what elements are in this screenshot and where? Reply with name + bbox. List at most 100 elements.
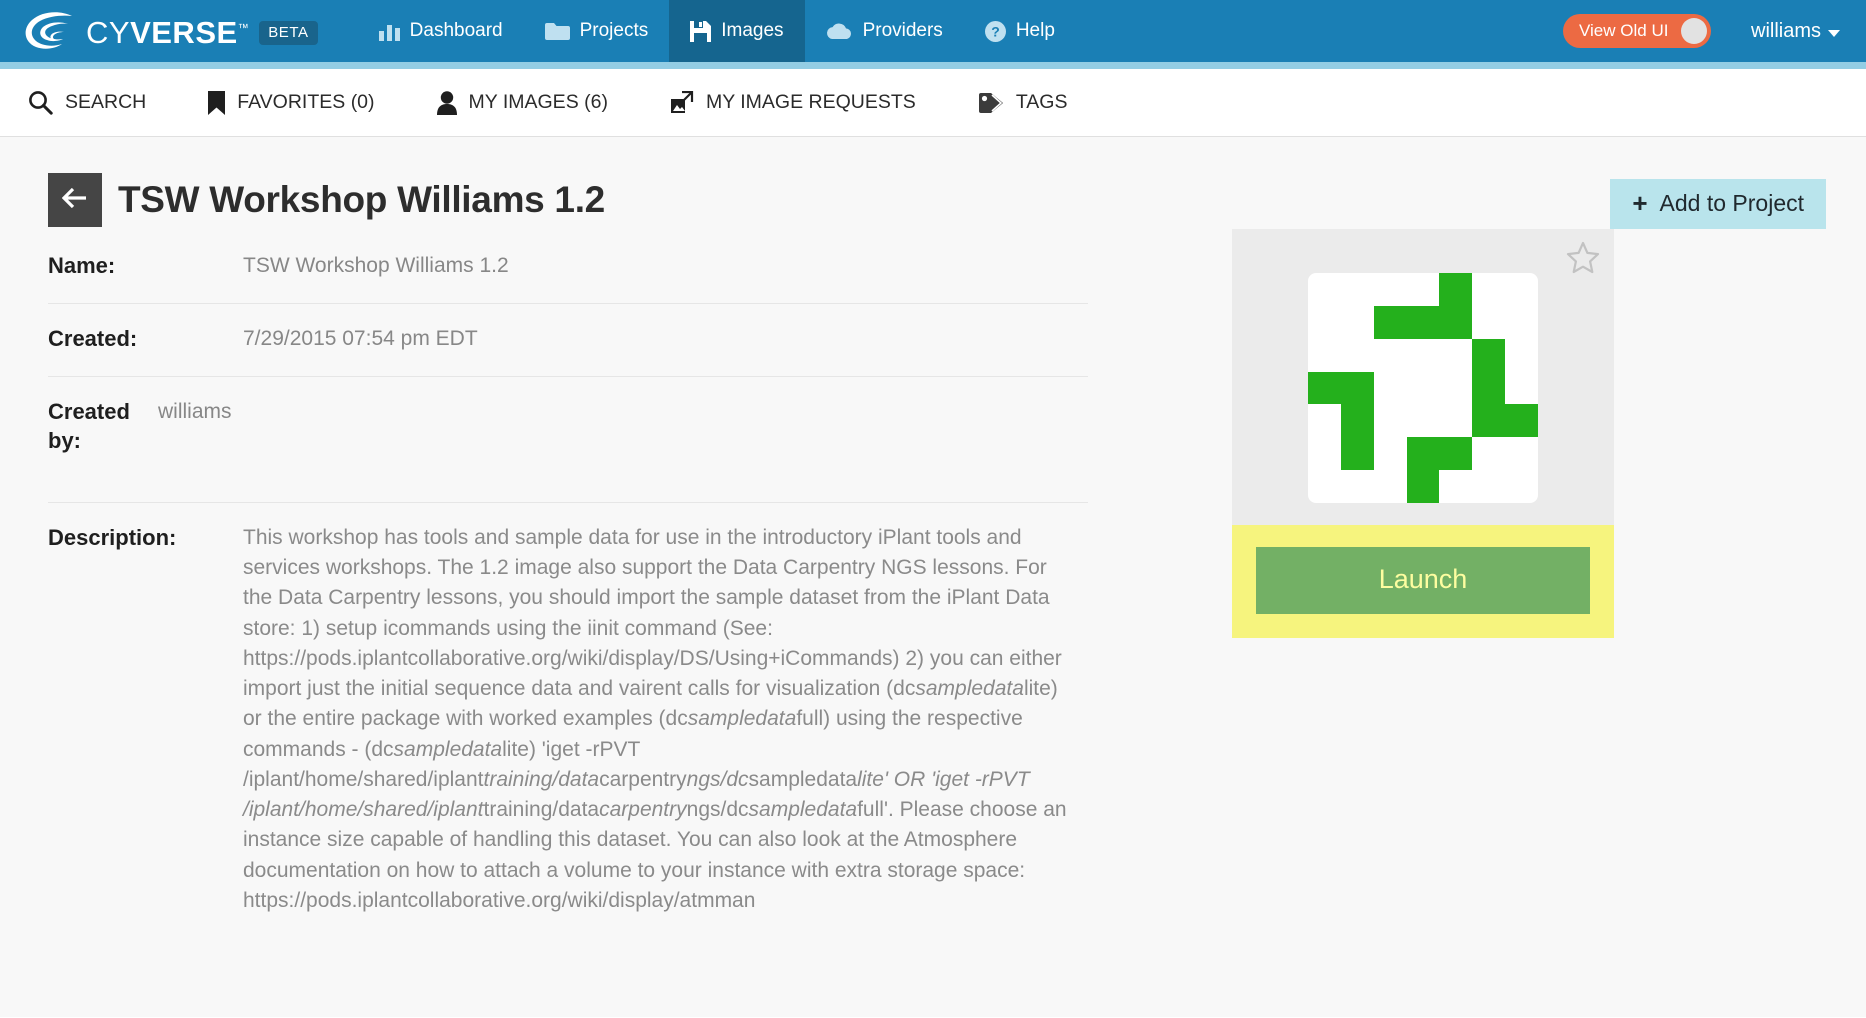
brand-logo[interactable]: CYVERSE™ BETA [0, 0, 332, 62]
identicon-cell [1308, 339, 1341, 372]
floppy-disk-icon [690, 20, 712, 42]
identicon-cell [1472, 306, 1505, 339]
identicon-cell [1505, 437, 1538, 470]
view-old-ui-toggle[interactable]: View Old UI [1563, 14, 1711, 48]
detail-label-name: Name: [48, 253, 116, 278]
identicon-cell [1505, 470, 1538, 503]
detail-label-created-by: Created by: [48, 398, 130, 454]
detail-value-created: 7/29/2015 07:54 pm EDT [243, 326, 478, 350]
identicon-cell [1341, 339, 1374, 372]
identicon-cell [1340, 371, 1374, 405]
identicon-cell [1407, 273, 1440, 306]
folder-icon [544, 22, 570, 41]
identicon-cell [1406, 437, 1440, 471]
identicon-cell [1308, 404, 1341, 437]
navbar-divider [0, 62, 1866, 69]
launch-band: Launch [1232, 525, 1614, 638]
identicon-cell [1505, 339, 1538, 372]
sidebar-item-search[interactable]: SEARCH [28, 90, 146, 115]
identicon-cell [1439, 437, 1473, 471]
detail-value-created-by: williams [158, 399, 232, 423]
search-icon [28, 90, 53, 115]
identicon-cell [1505, 306, 1538, 339]
detail-label-created: Created: [48, 325, 138, 351]
brand-word-bold: VERSE [130, 14, 238, 50]
identicon-cell [1505, 404, 1538, 438]
detail-row-name: Name: TSW Workshop Williams 1.2 [48, 245, 1088, 303]
identicon-cell [1439, 305, 1473, 339]
nav-item-providers[interactable]: Providers [805, 0, 964, 62]
detail-value-name: TSW Workshop Williams 1.2 [243, 254, 509, 277]
nav-item-projects[interactable]: Projects [524, 0, 670, 62]
image-detail-table: Name: TSW Workshop Williams 1.2 Created:… [48, 245, 1088, 938]
identicon-cell [1374, 404, 1407, 437]
nav-item-images[interactable]: Images [669, 0, 805, 62]
identicon-cell [1472, 273, 1505, 306]
detail-row-description: Description: This workshop has tools and… [48, 502, 1088, 938]
brand-wordmark: CYVERSE™ [86, 17, 249, 48]
identicon-cell [1406, 470, 1440, 503]
toggle-knob[interactable] [1681, 18, 1707, 44]
brand-trademark: ™ [237, 22, 250, 35]
identicon-cell [1439, 339, 1472, 372]
nav-item-images-label: Images [721, 20, 784, 41]
identicon-cell [1406, 305, 1440, 339]
detail-row-created: Created: 7/29/2015 07:54 pm EDT [48, 302, 1088, 376]
question-circle-icon: ? [984, 20, 1006, 42]
identicon-cell [1340, 437, 1374, 471]
identicon-cell [1374, 273, 1407, 306]
bookmark-icon [208, 90, 226, 115]
image-sidebar: + Add to Project Launch [1232, 165, 1832, 938]
detail-value-description: This workshop has tools and sample data … [243, 526, 1067, 912]
identicon-cell [1439, 404, 1472, 437]
page-header: TSW Workshop Williams 1.2 [48, 165, 1232, 245]
star-outline-icon[interactable] [1566, 241, 1600, 274]
identicon-cell [1374, 372, 1407, 405]
sidebar-item-search-label: SEARCH [65, 91, 147, 113]
identicon-cell [1407, 339, 1440, 372]
nav-item-dashboard-label: Dashboard [409, 20, 503, 41]
detail-label-description: Description: [48, 525, 177, 550]
identicon-cell [1341, 470, 1374, 503]
image-request-icon [670, 90, 694, 115]
nav-item-dashboard[interactable]: Dashboard [358, 0, 524, 62]
plus-icon: + [1632, 187, 1648, 218]
add-to-project-label: Add to Project [1659, 190, 1804, 216]
identicon-cell [1505, 273, 1538, 306]
top-navbar: CYVERSE™ BETA Dashboard Projects Images [0, 0, 1866, 62]
identicon-cell [1472, 404, 1506, 438]
cloud-icon [826, 23, 853, 40]
identicon-cell [1439, 470, 1472, 503]
nav-item-help[interactable]: ? Help [964, 0, 1076, 62]
sidebar-item-my-image-requests[interactable]: MY IMAGE REQUESTS [670, 90, 916, 115]
identicon-cell [1407, 372, 1440, 405]
identicon-cell [1374, 339, 1407, 372]
identicon-cell [1341, 273, 1374, 306]
view-old-ui-label: View Old UI [1579, 21, 1669, 40]
arrow-left-icon [61, 187, 88, 213]
add-to-project-button[interactable]: + Add to Project [1610, 179, 1826, 229]
launch-button[interactable]: Launch [1256, 547, 1590, 614]
sidebar-item-my-image-requests-label: MY IMAGE REQUESTS [705, 91, 916, 113]
identicon-grid [1308, 273, 1538, 503]
identicon-cell [1374, 437, 1407, 470]
user-menu[interactable]: williams [1751, 20, 1840, 43]
cyverse-swoosh-icon [22, 11, 76, 51]
identicon-cell [1374, 470, 1407, 503]
identicon-cell [1308, 470, 1341, 503]
back-button[interactable] [48, 173, 102, 227]
user-menu-label: williams [1751, 19, 1821, 42]
chevron-down-icon [1828, 29, 1840, 37]
brand-word-light: CY [86, 14, 131, 50]
sidebar-item-tags[interactable]: TAGS [978, 91, 1067, 114]
image-identicon [1308, 273, 1538, 503]
identicon-cell [1439, 273, 1473, 306]
sidebar-item-favorites[interactable]: FAVORITES (0) [208, 90, 375, 115]
identicon-cell [1308, 306, 1341, 339]
identicon-cell [1407, 404, 1440, 437]
identicon-cell [1341, 306, 1374, 339]
sidebar-item-my-images[interactable]: MY IMAGES (6) [436, 90, 608, 115]
person-icon [436, 90, 457, 115]
navbar-right: View Old UI williams [1563, 0, 1866, 62]
detail-row-created-by: Created by: williams [48, 375, 1088, 502]
